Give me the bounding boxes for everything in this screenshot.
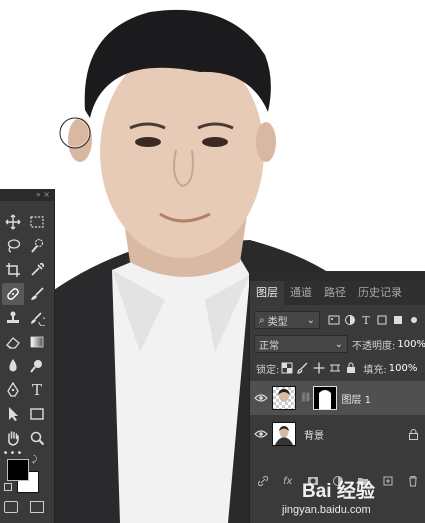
watermark-url: jingyan.baidu.com: [282, 504, 371, 516]
lock-label: 锁定:: [256, 364, 280, 376]
hand-icon[interactable]: [2, 427, 24, 449]
lock-position-icon[interactable]: [311, 360, 327, 376]
lasso-icon[interactable]: [2, 235, 24, 257]
type-filter-icon[interactable]: T: [358, 312, 374, 328]
visibility-eye-icon[interactable]: [250, 393, 272, 403]
layer-filter-value: 类型: [267, 316, 288, 328]
visibility-eye-icon[interactable]: [250, 429, 272, 439]
opacity-input[interactable]: 100%: [397, 339, 425, 350]
layer-thumbnail[interactable]: [272, 422, 296, 446]
lock-all-icon[interactable]: [343, 360, 359, 376]
path-select-icon[interactable]: [2, 403, 24, 425]
crop-icon[interactable]: [2, 259, 24, 281]
chevron-down-icon: ⌄: [334, 338, 344, 350]
layer-filter-dropdown[interactable]: ⌕ 类型 ⌄: [254, 311, 320, 329]
marquee-icon[interactable]: [26, 211, 48, 233]
layer-row-layer-1[interactable]: ⛓ 图层 1: [250, 381, 425, 415]
watermark: Bai 经验 jingyan.baidu.com: [252, 476, 425, 520]
tab-channels[interactable]: 通道: [284, 281, 318, 305]
fill-label: 填充:: [363, 364, 387, 376]
shape-icon[interactable]: [26, 403, 48, 425]
foreground-color-swatch[interactable]: [7, 459, 29, 481]
shape-filter-icon[interactable]: [374, 312, 390, 328]
lock-transparent-icon[interactable]: [279, 360, 295, 376]
watermark-brand: Bai 经验: [302, 481, 375, 502]
quick-mask-icon[interactable]: [4, 501, 18, 513]
layer-row-background[interactable]: 背景: [250, 417, 425, 451]
panel-tabs: 图层 通道 路径 历史记录: [250, 281, 425, 305]
adjustment-filter-icon[interactable]: [342, 312, 358, 328]
chain-link-icon[interactable]: ⛓: [300, 393, 311, 403]
toolbox-header[interactable]: » ×: [0, 189, 54, 201]
more-tools-icon[interactable]: •••: [2, 447, 24, 459]
search-icon: ⌕: [259, 314, 265, 326]
gradient-icon[interactable]: [26, 331, 48, 353]
eyedropper-icon[interactable]: [26, 259, 48, 281]
pixel-filter-icon[interactable]: [326, 312, 342, 328]
fill-input[interactable]: 100%: [389, 363, 418, 374]
move-icon[interactable]: [2, 211, 24, 233]
layer-thumbnail[interactable]: [272, 386, 296, 410]
toolbox-panel: » × T ••• ⤸: [0, 189, 55, 523]
eraser-icon[interactable]: [2, 331, 24, 353]
swap-colors-icon[interactable]: ⤸: [32, 455, 37, 465]
opacity-label: 不透明度:: [352, 340, 396, 352]
type-icon[interactable]: T: [26, 379, 48, 401]
dodge-icon[interactable]: [26, 355, 48, 377]
panel-header-bar[interactable]: [250, 271, 425, 281]
tab-layers[interactable]: 图层: [250, 281, 284, 305]
healing-icon[interactable]: [2, 283, 24, 305]
layer-mask-thumbnail[interactable]: [313, 386, 338, 410]
filter-toggle-icon[interactable]: [406, 312, 422, 328]
lock-artboard-icon[interactable]: [327, 360, 343, 376]
zoom-icon[interactable]: [26, 427, 48, 449]
history-brush-icon[interactable]: [26, 307, 48, 329]
smart-object-filter-icon[interactable]: [390, 312, 406, 328]
screen-mode-icon[interactable]: [30, 501, 44, 513]
quick-select-icon[interactable]: [26, 235, 48, 257]
blend-mode-dropdown[interactable]: 正常 ⌄: [254, 335, 349, 353]
blend-mode-value: 正常: [259, 340, 279, 352]
brush-icon[interactable]: [26, 283, 48, 305]
pen-icon[interactable]: [2, 379, 24, 401]
layer-name[interactable]: 背景: [304, 427, 324, 442]
layer-name[interactable]: 图层 1: [341, 391, 371, 406]
stamp-icon[interactable]: [2, 307, 24, 329]
type-glyph: T: [31, 381, 42, 399]
chevron-down-icon: ⌄: [306, 314, 315, 326]
tab-history[interactable]: 历史记录: [352, 281, 408, 305]
tab-paths[interactable]: 路径: [318, 281, 352, 305]
blur-icon[interactable]: [2, 355, 24, 377]
lock-pixels-icon[interactable]: [295, 360, 311, 376]
lock-icon[interactable]: [409, 425, 418, 444]
default-colors-icon[interactable]: [4, 483, 12, 491]
